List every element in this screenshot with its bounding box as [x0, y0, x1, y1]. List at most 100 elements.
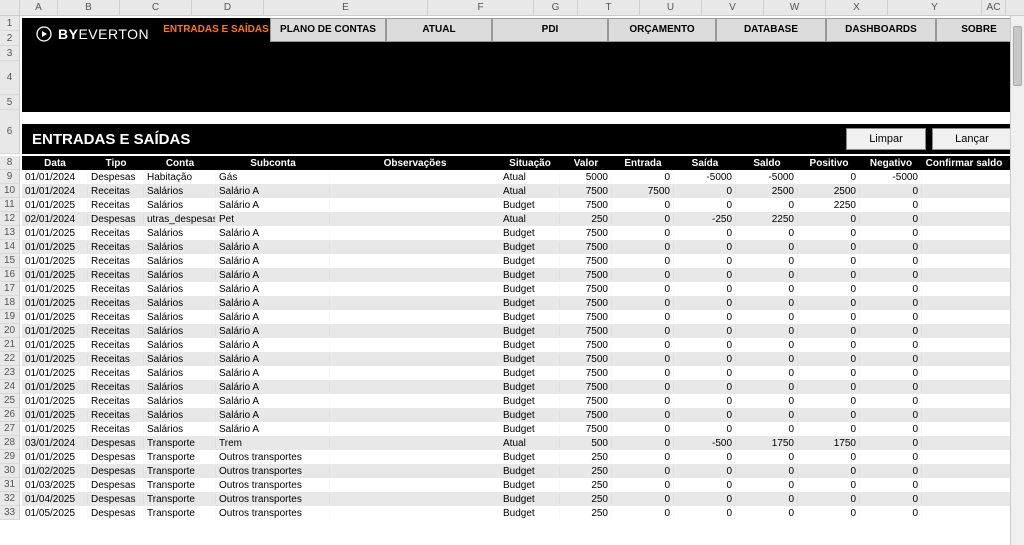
table-cell[interactable]: 2250	[736, 214, 798, 225]
table-cell[interactable]: 0	[674, 410, 736, 421]
table-cell[interactable]: Salário A	[216, 410, 330, 421]
table-cell[interactable]: 0	[860, 494, 922, 505]
table-cell[interactable]: Despesas	[88, 438, 144, 449]
table-cell[interactable]: 7500	[560, 312, 612, 323]
table-cell[interactable]: 01/01/2025	[22, 382, 88, 393]
table-cell[interactable]: Salário A	[216, 312, 330, 323]
row-number[interactable]: 20	[0, 324, 20, 338]
table-cell[interactable]: 0	[674, 354, 736, 365]
table-cell[interactable]: 01/01/2024	[22, 172, 88, 183]
table-cell[interactable]: 0	[612, 284, 674, 295]
table-row[interactable]: 03/01/2024DespesasTransporteTremAtual500…	[22, 436, 1022, 450]
table-cell[interactable]: Salário A	[216, 228, 330, 239]
table-cell[interactable]: 0	[798, 354, 860, 365]
table-cell[interactable]: 0	[674, 200, 736, 211]
table-row[interactable]: 01/01/2025ReceitasSaláriosSalário ABudge…	[22, 324, 1022, 338]
row-number[interactable]: 5	[0, 95, 20, 110]
table-cell[interactable]: Budget	[500, 256, 560, 267]
table-row[interactable]: 01/01/2025ReceitasSaláriosSalário ABudge…	[22, 268, 1022, 282]
table-cell[interactable]: 7500	[560, 368, 612, 379]
column-header[interactable]: G	[534, 0, 578, 15]
row-number[interactable]: 16	[0, 268, 20, 282]
table-cell[interactable]: Budget	[500, 242, 560, 253]
table-cell[interactable]: 01/01/2024	[22, 186, 88, 197]
table-cell[interactable]: 0	[612, 480, 674, 491]
table-cell[interactable]: Salários	[144, 396, 216, 407]
table-cell[interactable]: Receitas	[88, 270, 144, 281]
table-cell[interactable]: 0	[736, 410, 798, 421]
table-cell[interactable]: 0	[612, 270, 674, 281]
table-cell[interactable]: Receitas	[88, 368, 144, 379]
table-cell[interactable]: Outros transportes	[216, 466, 330, 477]
table-cell[interactable]: 01/01/2025	[22, 200, 88, 211]
table-header-cell[interactable]: Tipo	[88, 158, 144, 169]
table-cell[interactable]: 0	[674, 186, 736, 197]
table-cell[interactable]: 01/01/2025	[22, 340, 88, 351]
table-cell[interactable]: 01/01/2025	[22, 396, 88, 407]
column-header[interactable]	[0, 0, 20, 15]
row-number[interactable]: 13	[0, 226, 20, 240]
table-cell[interactable]: Salários	[144, 298, 216, 309]
table-cell[interactable]: Salários	[144, 186, 216, 197]
table-row[interactable]: 01/02/2025DespesasTransporteOutros trans…	[22, 464, 1022, 478]
table-cell[interactable]: 0	[798, 298, 860, 309]
table-cell[interactable]: Budget	[500, 494, 560, 505]
table-cell[interactable]: Salário A	[216, 242, 330, 253]
table-cell[interactable]: 7500	[560, 424, 612, 435]
table-cell[interactable]: 0	[860, 242, 922, 253]
column-header[interactable]: F	[428, 0, 534, 15]
table-cell[interactable]: Receitas	[88, 382, 144, 393]
table-cell[interactable]: 0	[798, 368, 860, 379]
column-header[interactable]: AC	[982, 0, 1006, 15]
table-cell[interactable]: Budget	[500, 326, 560, 337]
row-number[interactable]: 19	[0, 310, 20, 324]
table-header-cell[interactable]: Confirmar saldo	[922, 158, 1006, 169]
table-cell[interactable]: Receitas	[88, 242, 144, 253]
table-cell[interactable]: 01/01/2025	[22, 228, 88, 239]
table-cell[interactable]: 0	[860, 312, 922, 323]
table-cell[interactable]: Budget	[500, 340, 560, 351]
table-cell[interactable]: 01/02/2025	[22, 466, 88, 477]
table-cell[interactable]: 0	[798, 480, 860, 491]
table-cell[interactable]: Atual	[500, 214, 560, 225]
table-cell[interactable]: 01/03/2025	[22, 480, 88, 491]
table-row[interactable]: 01/01/2025ReceitasSaláriosSalário ABudge…	[22, 394, 1022, 408]
table-cell[interactable]: 0	[860, 382, 922, 393]
table-cell[interactable]: Salários	[144, 312, 216, 323]
table-row[interactable]: 01/01/2025ReceitasSaláriosSalário ABudge…	[22, 422, 1022, 436]
row-number[interactable]: 1	[0, 16, 20, 31]
table-cell[interactable]: Salário A	[216, 270, 330, 281]
table-cell[interactable]: 0	[612, 438, 674, 449]
table-cell[interactable]: 0	[860, 368, 922, 379]
table-cell[interactable]: 0	[674, 424, 736, 435]
table-row[interactable]: 01/01/2025ReceitasSaláriosSalário ABudge…	[22, 226, 1022, 240]
row-number[interactable]: 14	[0, 240, 20, 254]
table-cell[interactable]: 0	[612, 452, 674, 463]
table-cell[interactable]: Salário A	[216, 256, 330, 267]
table-header-cell[interactable]: Data	[22, 158, 88, 169]
table-cell[interactable]: 7500	[560, 326, 612, 337]
table-cell[interactable]: 0	[798, 494, 860, 505]
row-number[interactable]: 31	[0, 478, 20, 492]
row-number[interactable]: 15	[0, 254, 20, 268]
table-header-cell[interactable]: Observações	[330, 158, 500, 169]
table-cell[interactable]: 0	[798, 410, 860, 421]
table-cell[interactable]: 0	[612, 382, 674, 393]
table-cell[interactable]: Despesas	[88, 452, 144, 463]
table-cell[interactable]: Outros transportes	[216, 452, 330, 463]
table-cell[interactable]: 2500	[736, 186, 798, 197]
table-cell[interactable]: 0	[736, 340, 798, 351]
table-cell[interactable]: 0	[674, 312, 736, 323]
table-cell[interactable]: 0	[674, 242, 736, 253]
table-cell[interactable]: 0	[860, 256, 922, 267]
table-cell[interactable]: 01/01/2025	[22, 424, 88, 435]
table-cell[interactable]: Receitas	[88, 284, 144, 295]
table-cell[interactable]: Despesas	[88, 480, 144, 491]
table-cell[interactable]: Habitação	[144, 172, 216, 183]
table-cell[interactable]: 0	[736, 256, 798, 267]
table-cell[interactable]: Receitas	[88, 256, 144, 267]
table-row[interactable]: 01/01/2025ReceitasSaláriosSalário ABudge…	[22, 282, 1022, 296]
table-cell[interactable]: 0	[860, 410, 922, 421]
table-row[interactable]: 01/05/2025DespesasTransporteOutros trans…	[22, 506, 1022, 520]
table-cell[interactable]: Budget	[500, 382, 560, 393]
